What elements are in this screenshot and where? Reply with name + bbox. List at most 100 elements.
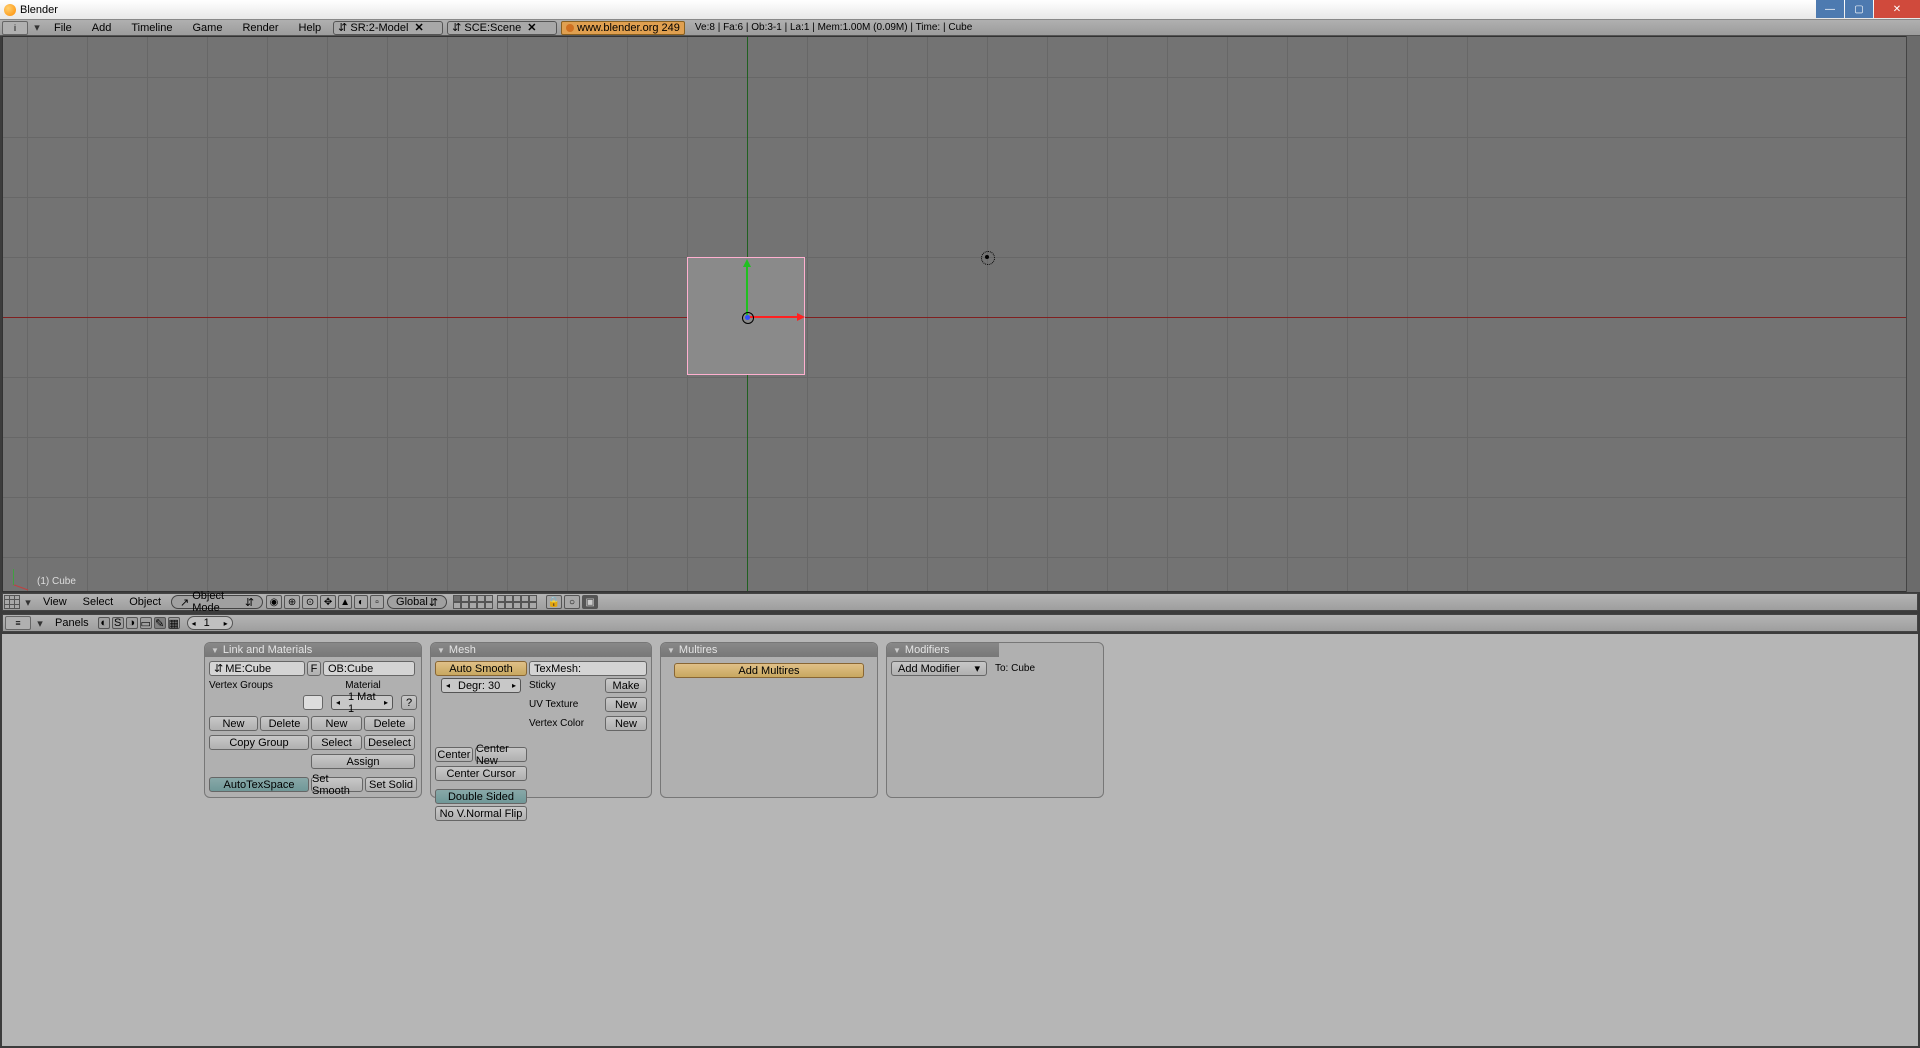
- buttons-collapse-icon[interactable]: ▾: [33, 616, 47, 630]
- panel-title: Link and Materials: [223, 644, 312, 656]
- panel-collapse-icon[interactable]: ▼: [211, 646, 219, 655]
- panel-modifiers: ▼Modifiers Add Modifier▾ To: Cube: [886, 642, 1104, 798]
- set-smooth-button[interactable]: Set Smooth: [311, 777, 363, 792]
- object-datablock-field[interactable]: OB:Cube: [323, 661, 415, 676]
- view3d-header: ▾ View Select Object ↗ Object Mode ⇵ ◉ ⊕…: [2, 593, 1918, 611]
- editor-type-icon[interactable]: i: [2, 21, 28, 35]
- window-minimize-button[interactable]: —: [1816, 0, 1844, 18]
- context-script-icon[interactable]: S: [112, 617, 124, 629]
- panel-link-materials: ▼Link and Materials ⇵ME:Cube F OB:Cube V…: [204, 642, 422, 798]
- add-modifier-button[interactable]: Add Modifier▾: [891, 661, 987, 676]
- manipulator-translate-icon[interactable]: ▲: [338, 595, 352, 609]
- pivot-icon[interactable]: ⊕: [284, 595, 300, 609]
- blender-link[interactable]: www.blender.org 249: [561, 21, 685, 35]
- modifier-to-label: To: Cube: [989, 661, 1035, 676]
- editor-type-buttons-icon[interactable]: ≡: [5, 616, 31, 630]
- menu-help[interactable]: Help: [289, 22, 332, 34]
- screen-selector[interactable]: ⇵ SR:2-Model ✕: [333, 21, 443, 35]
- gizmo-x-arrow[interactable]: [747, 316, 803, 318]
- center-button[interactable]: Center: [435, 747, 473, 762]
- header-collapse-icon[interactable]: ▾: [30, 21, 44, 35]
- degr-spinner[interactable]: Degr: 30: [441, 678, 521, 693]
- window-maximize-button[interactable]: ▢: [1845, 0, 1873, 18]
- window-titlebar: Blender — ▢ ✕: [0, 0, 1920, 20]
- mat-new-button[interactable]: New: [311, 716, 362, 731]
- vertexcolor-label: Vertex Color: [529, 716, 603, 731]
- x-axis-line: [3, 317, 1917, 318]
- vcolor-new-button[interactable]: New: [605, 716, 647, 731]
- material-preview-swatch[interactable]: [303, 695, 323, 710]
- context-shading-icon[interactable]: ◑: [126, 617, 138, 629]
- mat-assign-button[interactable]: Assign: [311, 754, 415, 769]
- center-new-button[interactable]: Center New: [475, 747, 527, 762]
- lock-layers-icon[interactable]: 🔒: [546, 595, 562, 609]
- scene-selector[interactable]: ⇵ SCE:Scene ✕: [447, 21, 557, 35]
- mat-deselect-button[interactable]: Deselect: [364, 735, 415, 750]
- frame-spinner[interactable]: 1: [187, 616, 233, 630]
- set-solid-button[interactable]: Set Solid: [365, 777, 417, 792]
- buttons-panels-area: ▼ Link and Materials ⇵ME:Cube F OB:Cube V…: [2, 634, 1918, 1046]
- material-help-button[interactable]: ?: [401, 695, 417, 710]
- render-preview-icon[interactable]: ▣: [582, 595, 598, 609]
- menu-add[interactable]: Add: [82, 22, 122, 34]
- fake-user-button[interactable]: F: [307, 661, 321, 676]
- context-object-icon[interactable]: ▭: [140, 617, 152, 629]
- frame-value: 1: [204, 617, 210, 629]
- context-logic-icon[interactable]: ◐: [98, 617, 110, 629]
- pivot-median-icon[interactable]: ⊙: [302, 595, 318, 609]
- panel-collapse-icon[interactable]: ▼: [667, 646, 675, 655]
- panel-collapse-icon[interactable]: ▼: [437, 646, 445, 655]
- buttons-header: ≡ ▾ Panels ◐ S ◑ ▭ ✎ ▦ 1: [2, 614, 1918, 632]
- mesh-datablock-field[interactable]: ⇵ME:Cube: [209, 661, 305, 676]
- panel-title: Multires: [679, 644, 718, 656]
- double-sided-button[interactable]: Double Sided: [435, 789, 527, 804]
- vg-new-button[interactable]: New: [209, 716, 258, 731]
- orientation-selector[interactable]: Global ⇵: [387, 595, 447, 609]
- uvtexture-label: UV Texture: [529, 697, 603, 712]
- view3d-collapse-icon[interactable]: ▾: [21, 595, 35, 609]
- vg-delete-button[interactable]: Delete: [260, 716, 309, 731]
- no-vnormal-flip-button[interactable]: No V.Normal Flip: [435, 806, 527, 821]
- uv-new-button[interactable]: New: [605, 697, 647, 712]
- shading-icon[interactable]: ◉: [266, 595, 282, 609]
- copy-group-button[interactable]: Copy Group: [209, 735, 309, 750]
- mini-axis-icon: [13, 561, 37, 585]
- add-multires-button[interactable]: Add Multires: [674, 663, 864, 678]
- mat-delete-button[interactable]: Delete: [364, 716, 415, 731]
- view3d-menu-object[interactable]: Object: [121, 596, 169, 608]
- auto-smooth-button[interactable]: Auto Smooth: [435, 661, 527, 676]
- manipulator-toggle-icon[interactable]: ✥: [320, 595, 336, 609]
- view3d-menu-view[interactable]: View: [35, 596, 75, 608]
- manipulator-scale-icon[interactable]: ▫: [370, 595, 384, 609]
- sticky-label: Sticky: [529, 678, 603, 693]
- sticky-make-button[interactable]: Make: [605, 678, 647, 693]
- lamp-object[interactable]: [979, 249, 995, 265]
- scene-stats: Ve:8 | Fa:6 | Ob:3-1 | La:1 | Mem:1.00M …: [687, 22, 980, 33]
- layer-buttons[interactable]: [453, 595, 541, 609]
- context-scene-icon[interactable]: ▦: [168, 617, 180, 629]
- window-close-button[interactable]: ✕: [1874, 0, 1920, 18]
- orientation-label: Global: [396, 596, 428, 608]
- menu-game[interactable]: Game: [182, 22, 232, 34]
- menu-render[interactable]: Render: [232, 22, 288, 34]
- viewport-scrollbar[interactable]: [1906, 36, 1920, 592]
- menu-file[interactable]: File: [44, 22, 82, 34]
- scene-close-icon[interactable]: ✕: [527, 21, 536, 34]
- mat-select-button[interactable]: Select: [311, 735, 362, 750]
- panel-collapse-icon[interactable]: ▼: [893, 646, 901, 655]
- 3d-cursor[interactable]: [739, 309, 755, 325]
- context-editing-icon[interactable]: ✎: [154, 617, 166, 629]
- autotexspace-button[interactable]: AutoTexSpace: [209, 777, 309, 792]
- menu-timeline[interactable]: Timeline: [121, 22, 182, 34]
- blender-icon: [4, 4, 16, 16]
- texmesh-field[interactable]: TexMesh:: [529, 661, 647, 676]
- center-cursor-button[interactable]: Center Cursor: [435, 766, 527, 781]
- material-index-spinner[interactable]: 1 Mat 1: [331, 695, 393, 710]
- screen-close-icon[interactable]: ✕: [414, 21, 423, 34]
- manipulator-rotate-icon[interactable]: ◐: [354, 595, 368, 609]
- view3d-menu-select[interactable]: Select: [75, 596, 122, 608]
- 3d-viewport[interactable]: // grid drawn via JS after data load bel…: [2, 36, 1918, 592]
- mode-selector[interactable]: ↗ Object Mode ⇵: [171, 595, 263, 609]
- editor-type-3dview-icon[interactable]: [4, 595, 20, 609]
- proportional-edit-icon[interactable]: ○: [564, 595, 580, 609]
